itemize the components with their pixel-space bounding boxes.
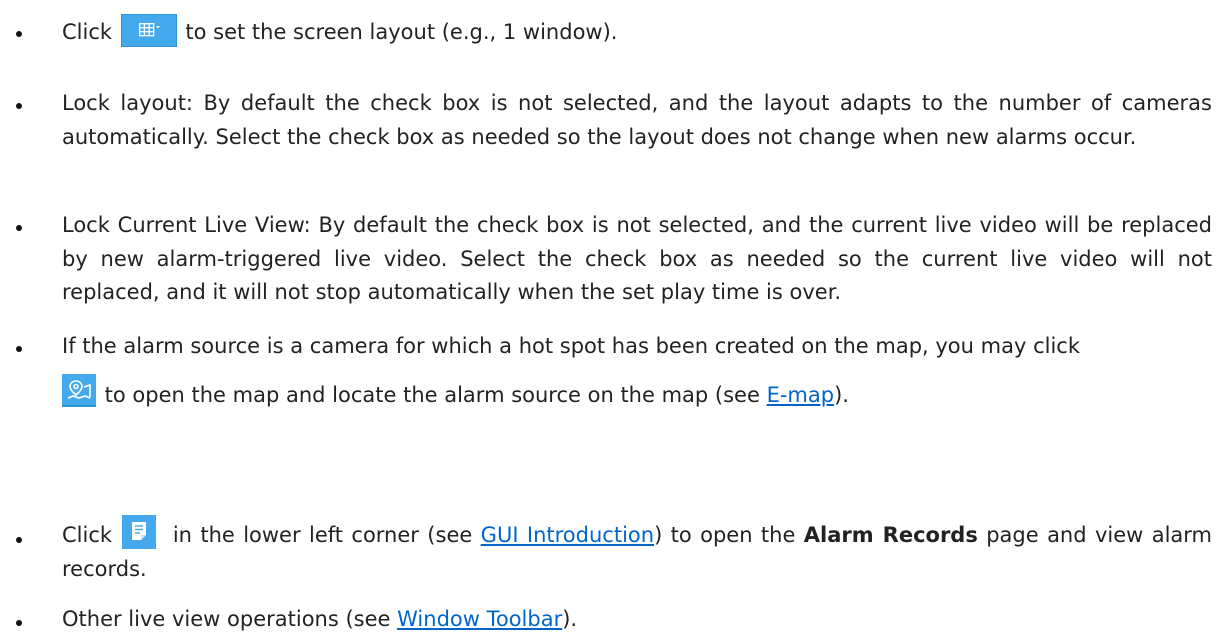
link-e-map[interactable]: E-map (767, 383, 835, 407)
item-text: Click (62, 523, 121, 547)
link-gui-introduction[interactable]: GUI Introduction (481, 523, 654, 547)
alarm-records-icon[interactable] (122, 515, 157, 549)
item-text: If the alarm source is a camera for whic… (62, 334, 1080, 358)
item-text: to open the map and locate the alarm sou… (98, 382, 767, 407)
item-text: Other live view operations (see (62, 607, 398, 631)
bullet (16, 620, 22, 626)
map-locate-icon[interactable] (62, 374, 96, 407)
grid-layout-icon[interactable] (120, 13, 177, 47)
bullet (16, 31, 22, 37)
bullet (16, 225, 22, 231)
item-text: Click (62, 20, 119, 44)
item-text: Lock layout: By default the check box is… (62, 91, 1212, 149)
item-text: ) to open the (654, 523, 804, 547)
bullet (16, 346, 22, 352)
item-text: ). (834, 382, 849, 407)
alarm-records-bold: Alarm Records (803, 523, 978, 547)
link-window-toolbar[interactable]: Window Toolbar (397, 607, 562, 631)
item-text: Lock Current Live View: By default the c… (62, 213, 1212, 304)
bullet (16, 537, 22, 543)
item-text: in the lower left corner (see (164, 523, 481, 547)
item-text: ). (562, 607, 578, 631)
item-text: to set the screen layout (e.g., 1 window… (178, 20, 618, 44)
bullet (16, 103, 22, 109)
